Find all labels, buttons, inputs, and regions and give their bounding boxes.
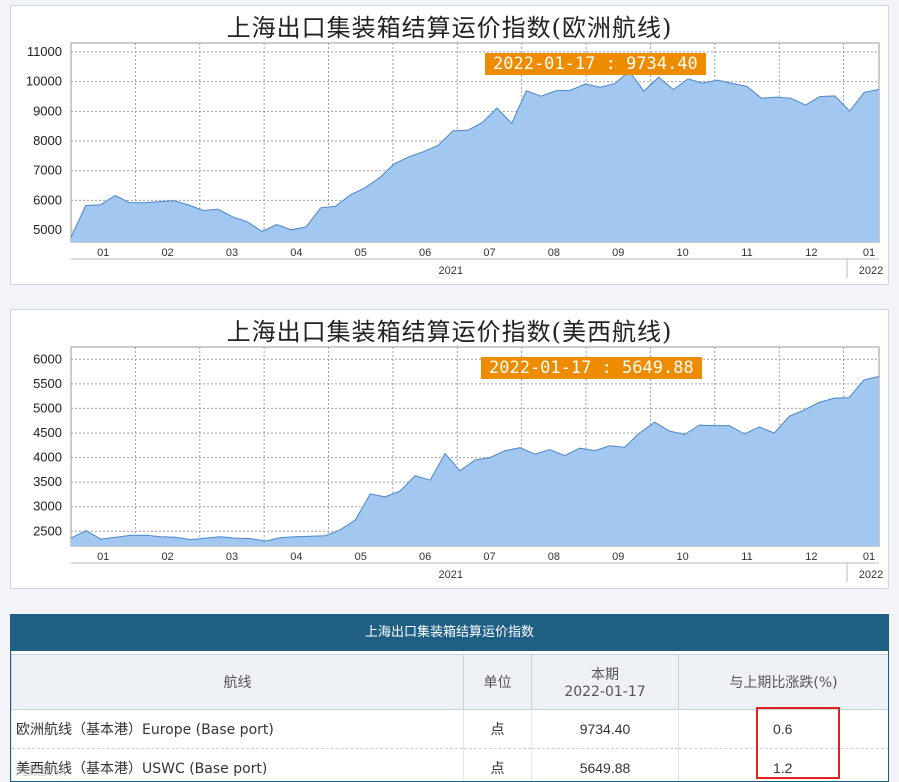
uswc-x-tick-label: 12 (805, 551, 817, 563)
europe-x-tick-label: 02 (161, 247, 173, 259)
uswc-y-tick-label: 3000 (33, 499, 62, 514)
europe-x-tick-label: 11 (741, 247, 752, 259)
uswc-y-tick-label: 2500 (33, 523, 62, 538)
uswc-x-tick-label: 05 (355, 551, 367, 563)
uswc-y-tick-label: 6000 (33, 351, 62, 366)
change-highlight-box (756, 707, 840, 779)
europe-y-tick-label: 5000 (33, 222, 62, 237)
uswc-x-tick-label: 02 (161, 551, 173, 563)
europe-x-tick-label: 07 (483, 247, 495, 259)
row-value: 9734.40 (531, 709, 679, 749)
row-unit: 点 (463, 709, 532, 749)
uswc-x-tick-label: 09 (612, 551, 624, 563)
row-value: 5649.88 (531, 748, 679, 781)
uswc-y-tick-label: 5500 (33, 376, 62, 391)
europe-y-tick-label: 11000 (27, 44, 62, 59)
europe-x-tick-label: 12 (805, 247, 817, 259)
uswc-y-tick-label: 4500 (33, 425, 62, 440)
uswc-x-tick-label: 06 (419, 551, 431, 563)
uswc-y-tick-label: 3500 (33, 474, 62, 489)
europe-year-label: 2022 (859, 265, 883, 277)
watermark: 九数资讯 (15, 764, 68, 779)
europe-x-tick-label: 08 (548, 247, 560, 259)
europe-x-tick-label: 01 (97, 247, 109, 259)
uswc-x-tick-label: 08 (548, 551, 560, 563)
uswc-x-tick-label: 11 (741, 551, 752, 563)
uswc-year-label: 2021 (439, 569, 463, 581)
europe-y-tick-label: 9000 (33, 103, 62, 118)
uswc-x-tick-label: 07 (483, 551, 495, 563)
europe-y-tick-label: 7000 (33, 163, 62, 178)
col-header-current: 本期 2022-01-17 (531, 654, 679, 710)
europe-x-tick-label: 09 (612, 247, 624, 259)
uswc-x-tick-label: 10 (677, 551, 689, 563)
uswc-tooltip-badge: 2022-01-17 : 5649.88 (481, 357, 702, 379)
uswc-x-tick-label: 03 (226, 551, 238, 563)
table-header-row: 航线 单位 本期 2022-01-17 与上期比涨跌(%) (11, 654, 888, 710)
uswc-year-label: 2022 (859, 569, 883, 581)
europe-x-tick-label: 10 (677, 247, 689, 259)
europe-x-tick-label: 01 (863, 247, 875, 259)
col-header-unit: 单位 (463, 654, 532, 710)
uswc-x-tick-label: 01 (97, 551, 109, 563)
index-table-panel: 上海出口集装箱结算运价指数 航线 单位 本期 2022-01-17 与上期比涨跌… (10, 614, 889, 782)
europe-x-tick-label: 05 (355, 247, 367, 259)
col-header-current-label: 本期 (591, 667, 619, 683)
europe-x-tick-label: 04 (290, 247, 302, 259)
row-unit: 点 (463, 748, 532, 781)
europe-x-tick-label: 03 (226, 247, 238, 259)
uswc-y-tick-label: 4000 (33, 450, 62, 465)
col-header-current-date: 2022-01-17 (564, 684, 646, 700)
uswc-y-tick-label: 5000 (33, 400, 62, 415)
col-header-route: 航线 (11, 654, 464, 710)
europe-y-tick-label: 10000 (26, 74, 62, 89)
europe-tooltip-badge: 2022-01-17 : 9734.40 (485, 53, 706, 75)
europe-chart-svg: 5000 6000 7000 8000 9000 10000 11000 01 02 03 04 05… (26, 42, 883, 278)
uswc-x-tick-label: 04 (290, 551, 302, 563)
row-route: 美西航线（基本港）USWC (Base port) (11, 748, 464, 781)
europe-year-label: 2021 (439, 265, 463, 277)
uswc-x-tick-label: 01 (863, 551, 875, 563)
col-header-change: 与上期比涨跌(%) (678, 654, 888, 710)
europe-chart-panel: 上海出口集装箱结算运价指数(欧洲航线) 5000 6000 7000 8000 9000… (10, 5, 889, 285)
uswc-chart-panel: 上海出口集装箱结算运价指数(美西航线) 2500 3000 3500 4000 4500… (10, 309, 889, 589)
row-route: 欧洲航线（基本港）Europe (Base port) (11, 709, 464, 749)
europe-x-tick-label: 06 (419, 247, 431, 259)
europe-y-tick-label: 6000 (33, 192, 62, 207)
table-title: 上海出口集装箱结算运价指数 (11, 615, 888, 651)
uswc-chart-svg: 2500 3000 3500 4000 4500 5000 5500 6000 01 02 03 04… (33, 346, 883, 582)
europe-y-tick-label: 8000 (33, 133, 62, 148)
